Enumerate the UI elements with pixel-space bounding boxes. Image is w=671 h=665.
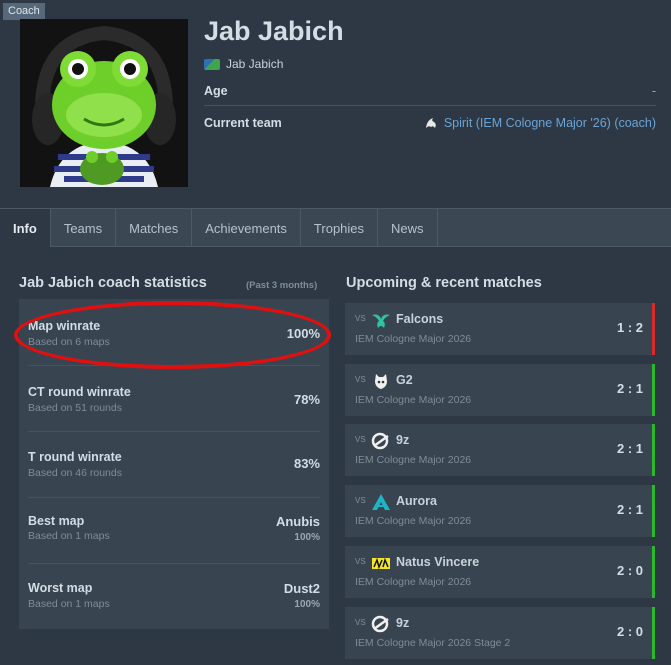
age-row: Age - <box>204 76 656 106</box>
profile-header: Coach Jab Jabich Jab Jabich Age - Curren… <box>0 0 671 188</box>
g2-logo-icon <box>375 374 387 389</box>
vs-label: VS <box>355 314 366 323</box>
vs-label: VS <box>355 557 366 566</box>
opponent-name: Falcons <box>396 312 444 326</box>
result-bar <box>652 607 655 659</box>
stat-value-secondary: 100% <box>294 532 320 543</box>
result-bar <box>652 303 655 355</box>
stats-period: (Past 3 months) <box>246 280 318 291</box>
stat-value-secondary: 100% <box>294 599 320 610</box>
player-name: Jab Jabich <box>204 16 344 46</box>
stat-title: Worst map <box>28 581 93 595</box>
navi-logo-icon <box>372 557 390 570</box>
match-score: 1 : 2 <box>616 320 643 335</box>
match-row[interactable]: VS 9z IEM Cologne Major 2026 Stage 2 2 :… <box>345 607 655 659</box>
vs-label: VS <box>355 375 366 384</box>
9z-logo-icon <box>371 615 389 633</box>
stat-sub: Based on 46 rounds <box>28 467 122 479</box>
tab-news[interactable]: News <box>378 209 438 247</box>
highlight-circle <box>14 301 331 369</box>
match-score: 2 : 0 <box>616 624 643 639</box>
match-row[interactable]: VS Falcons IEM Cologne Major 2026 1 : 2 <box>345 303 655 355</box>
age-value: - <box>651 84 656 98</box>
event-name: IEM Cologne Major 2026 Stage 2 <box>355 637 511 649</box>
team-label: Current team <box>204 116 282 130</box>
match-score: 2 : 1 <box>616 441 643 456</box>
matches-title: Upcoming & recent matches <box>346 275 542 291</box>
stat-value: 83% <box>293 456 320 471</box>
vs-label: VS <box>355 496 366 505</box>
result-bar <box>652 364 655 416</box>
stat-value: Anubis <box>275 514 320 529</box>
tab-bar: Info Teams Matches Achievements Trophies… <box>0 208 671 247</box>
avatar <box>20 19 188 187</box>
stat-value: 78% <box>293 392 320 407</box>
falcons-logo-icon <box>372 314 390 328</box>
stat-value: Dust2 <box>283 581 320 596</box>
event-name: IEM Cologne Major 2026 <box>355 394 472 406</box>
team-row: Current team Spirit (IEM Cologne Major '… <box>204 108 656 138</box>
match-row[interactable]: VS 9z IEM Cologne Major 2026 2 : 1 <box>345 424 655 476</box>
tab-info[interactable]: Info <box>0 209 51 247</box>
opponent-name: 9z <box>396 616 410 630</box>
vs-label: VS <box>355 618 366 627</box>
spirit-logo-icon <box>425 118 436 128</box>
role-tag: Coach <box>3 3 45 20</box>
result-bar <box>652 485 655 537</box>
match-row[interactable]: VS Aurora IEM Cologne Major 2026 2 : 1 <box>345 485 655 537</box>
match-row[interactable]: VS G2 IEM Cologne Major 2026 2 : 1 <box>345 364 655 416</box>
event-name: IEM Cologne Major 2026 <box>355 576 472 588</box>
tab-matches[interactable]: Matches <box>116 209 193 247</box>
stats-title: Jab Jabich coach statistics <box>19 275 207 291</box>
event-name: IEM Cologne Major 2026 <box>355 515 472 527</box>
stat-sub: Based on 51 rounds <box>28 402 122 414</box>
opponent-name: G2 <box>396 373 413 387</box>
stat-title: CT round winrate <box>28 385 131 399</box>
stat-title: Best map <box>28 514 85 528</box>
stat-ct-winrate: CT round winrate Based on 51 rounds 78% <box>19 365 329 431</box>
tab-trophies[interactable]: Trophies <box>301 209 379 247</box>
tab-achievements[interactable]: Achievements <box>192 209 301 247</box>
tab-teams[interactable]: Teams <box>51 209 117 247</box>
current-team-link[interactable]: Spirit (IEM Cologne Major '26) (coach) <box>424 116 656 130</box>
stat-best-map: Best map Based on 1 maps Anubis 100% <box>19 497 329 563</box>
opponent-name: Aurora <box>396 494 437 508</box>
stat-worst-map: Worst map Based on 1 maps Dust2 100% <box>19 563 329 629</box>
flag-icon <box>204 58 220 70</box>
match-score: 2 : 1 <box>616 502 643 517</box>
event-name: IEM Cologne Major 2026 <box>355 333 472 345</box>
stat-sub: Based on 1 maps <box>28 530 110 542</box>
team-name: Spirit (IEM Cologne Major '26) (coach) <box>443 116 656 130</box>
event-name: IEM Cologne Major 2026 <box>355 454 472 466</box>
stat-title: T round winrate <box>28 450 122 464</box>
match-score: 2 : 1 <box>616 381 643 396</box>
stat-t-winrate: T round winrate Based on 46 rounds 83% <box>19 431 329 497</box>
result-bar <box>652 546 655 598</box>
match-score: 2 : 0 <box>616 563 643 578</box>
nickname: Jab Jabich <box>226 57 284 71</box>
aurora-logo-icon <box>372 494 390 510</box>
age-label: Age <box>204 84 228 98</box>
9z-logo-icon <box>371 432 389 450</box>
opponent-name: Natus Vincere <box>396 555 480 569</box>
vs-label: VS <box>355 435 366 444</box>
match-row[interactable]: VS Natus Vincere IEM Cologne Major 2026 … <box>345 546 655 598</box>
result-bar <box>652 424 655 476</box>
opponent-name: 9z <box>396 433 410 447</box>
nickname-row: Jab Jabich <box>204 57 283 71</box>
stat-sub: Based on 1 maps <box>28 598 110 610</box>
